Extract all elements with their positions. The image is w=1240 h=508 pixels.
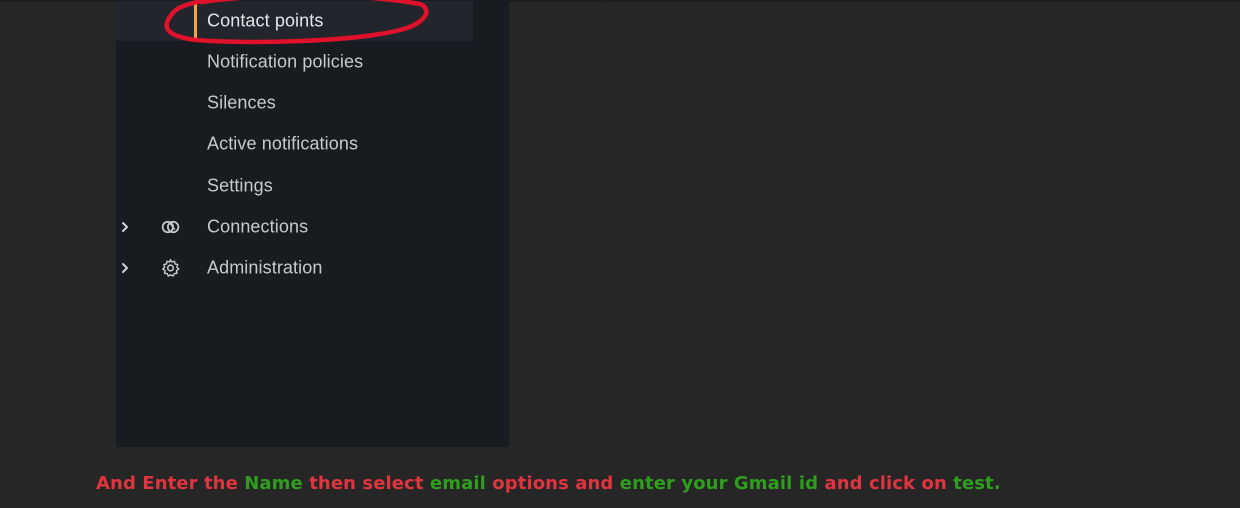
alerting-sidebar-screenshot: Contact points Notification policies Sil… bbox=[116, 0, 601, 447]
sidebar-divider bbox=[600, 0, 601, 447]
page: Contact points Notification policies Sil… bbox=[0, 0, 1240, 508]
active-indicator bbox=[194, 1, 197, 41]
caption-part-name: Name bbox=[244, 473, 303, 494]
nav-item-settings[interactable]: Settings bbox=[116, 166, 473, 206]
caption-part-gmail: enter your Gmail id bbox=[619, 473, 819, 494]
caption-part-test: test. bbox=[953, 473, 1001, 494]
nav-item-active-notifications[interactable]: Active notifications bbox=[116, 124, 473, 164]
nav-item-label: Active notifications bbox=[207, 133, 359, 154]
chevron-right-icon[interactable] bbox=[120, 261, 130, 275]
caption-part: and click on bbox=[818, 473, 954, 494]
caption-part-email: email bbox=[429, 473, 486, 494]
nav-item-administration[interactable]: Administration bbox=[116, 248, 473, 288]
nav-item-connections[interactable]: Connections bbox=[116, 207, 473, 247]
nav-item-label: Settings bbox=[207, 175, 273, 196]
nav-item-label: Silences bbox=[207, 92, 276, 113]
instruction-caption: And Enter the Name then select email opt… bbox=[96, 473, 1001, 494]
nav-item-label: Connections bbox=[207, 216, 309, 237]
gear-icon bbox=[162, 258, 180, 277]
nav-item-contact-points[interactable]: Contact points bbox=[116, 1, 473, 41]
nav-item-label: Administration bbox=[207, 257, 323, 278]
nav-item-label: Notification policies bbox=[207, 51, 364, 72]
chevron-right-icon[interactable] bbox=[120, 220, 130, 234]
nav-item-silences[interactable]: Silences bbox=[116, 83, 473, 123]
nav-item-label: Contact points bbox=[207, 10, 324, 31]
caption-part: And Enter the bbox=[96, 473, 245, 494]
caption-part: then select bbox=[302, 473, 430, 494]
caption-part: options and bbox=[485, 473, 620, 494]
connections-icon bbox=[161, 220, 180, 234]
nav-item-notification-policies[interactable]: Notification policies bbox=[116, 42, 473, 82]
